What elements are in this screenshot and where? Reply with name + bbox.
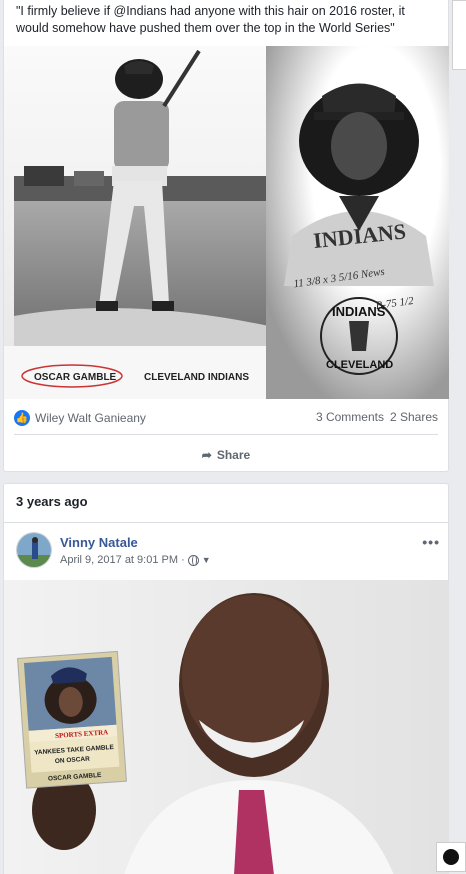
share-button[interactable]: ➦ Share [4,442,448,468]
reaction-names: Wiley Walt Ganieany [35,411,146,425]
post-card-1: "I firmly believe if @Indians had anyone… [3,0,449,472]
post-photo-man-with-card[interactable]: SPORTS EXTRA YANKEES TAKE GAMBLE ON OSCA… [4,580,449,874]
photo-man-holding-card: SPORTS EXTRA YANKEES TAKE GAMBLE ON OSCA… [4,580,449,874]
comments-count[interactable]: 3 Comments [316,410,384,424]
caret-down-icon[interactable]: ▼ [202,555,211,565]
photo-caption-left: OSCAR GAMBLE [34,372,117,383]
logo-top-text: INDIANS [332,304,386,319]
share-arrow-icon: ➦ [201,448,212,462]
post-card-2: 3 years ago Vinny Natale April 9, 2017 a… [3,483,449,874]
engagement-counts: 3 Comments 2 Shares [316,410,438,424]
chat-head-button[interactable] [436,842,466,872]
globe-icon[interactable] [187,554,199,566]
shares-count[interactable]: 2 Shares [390,410,438,424]
divider [14,434,438,435]
photo-collage: OSCAR GAMBLE CLEVELAND INDIANS INDIANS 1… [4,46,449,399]
avatar[interactable] [16,532,52,568]
memory-header: 3 years ago [16,494,88,509]
avatar-image [17,533,51,567]
post-meta: April 9, 2017 at 9:01 PM · ▼ [60,554,211,566]
post-timestamp[interactable]: April 9, 2017 at 9:01 PM · [60,554,185,566]
reactions-summary[interactable]: 👍 Wiley Walt Ganieany [14,409,146,427]
share-label: Share [216,448,251,462]
more-options-icon[interactable]: ••• [422,534,440,550]
logo-bottom-text: CLEVELAND [326,359,393,371]
post-author[interactable]: Vinny Natale [60,535,138,550]
post-text: "I firmly believe if @Indians had anyone… [16,4,405,35]
chat-avatar-icon [443,849,459,865]
divider [4,522,448,523]
like-icon: 👍 [14,410,30,426]
post-photo-oscar-gamble[interactable]: OSCAR GAMBLE CLEVELAND INDIANS INDIANS 1… [4,46,449,399]
side-panel-edge [452,0,466,70]
facebook-feed: "I firmly believe if @Indians had anyone… [0,0,466,874]
photo-caption-right: CLEVELAND INDIANS [144,372,249,383]
